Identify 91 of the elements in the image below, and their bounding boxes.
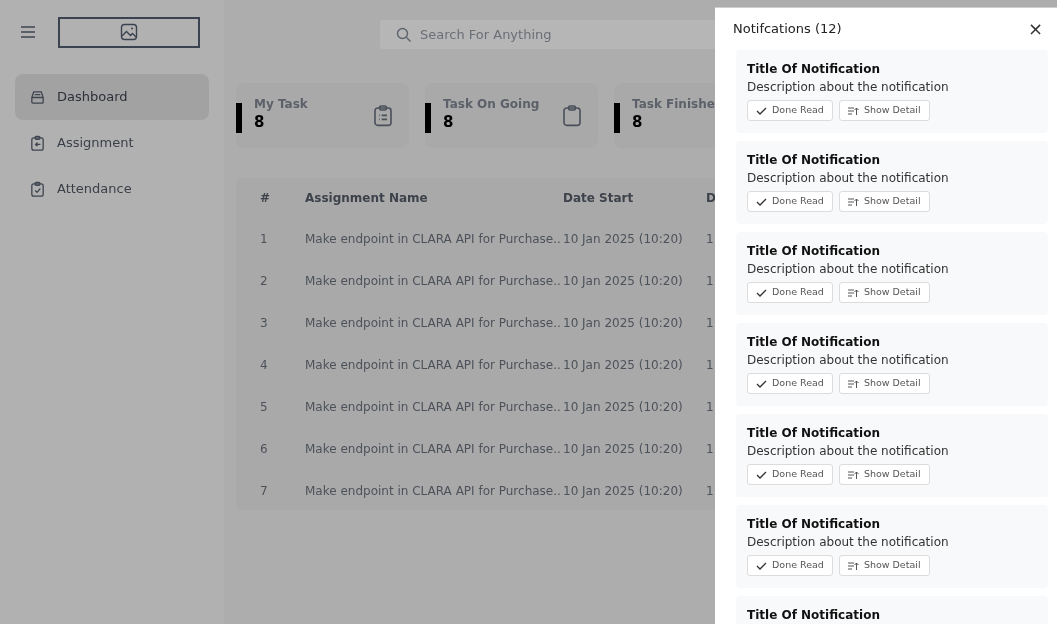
- notification-description: Description about the notification: [747, 170, 950, 187]
- clipboard-icon: [29, 134, 46, 152]
- done-read-button[interactable]: Done Read: [747, 282, 833, 303]
- stat-value: 8: [443, 113, 455, 132]
- table-cell-text: 3: [260, 315, 269, 332]
- table-cell-text: Make endpoint in CLARA API for Purchase..: [305, 483, 562, 500]
- sort-icon: [847, 469, 859, 480]
- stat-label: My Task: [254, 96, 309, 114]
- stat-label: Task On Going: [443, 96, 541, 114]
- search-icon: [396, 27, 412, 43]
- check-icon: [756, 287, 767, 298]
- done-read-button[interactable]: Done Read: [747, 555, 833, 576]
- column-header: Date Start: [563, 190, 635, 207]
- show-detail-button[interactable]: Show Detail: [838, 282, 930, 303]
- stat-value: 8: [254, 113, 266, 132]
- table-cell-text: 1: [706, 441, 715, 458]
- done-read-button[interactable]: Done Read: [747, 373, 833, 394]
- show-detail-button[interactable]: Show Detail: [838, 191, 930, 212]
- table-cell-text: 10 Jan 2025 (10:20): [563, 273, 684, 290]
- clipboard-check-icon: [29, 180, 46, 198]
- show-detail-button[interactable]: Show Detail: [838, 464, 930, 485]
- stat-bar: [425, 102, 431, 133]
- stat-bar: [614, 102, 620, 133]
- table-cell-text: 10 Jan 2025 (10:20): [563, 357, 684, 374]
- check-icon: [756, 196, 767, 207]
- check-icon: [756, 560, 767, 571]
- table-cell-text: 1: [706, 357, 715, 374]
- menu-icon[interactable]: [20, 25, 36, 39]
- notification-title: Title Of Notification: [747, 152, 881, 169]
- show-detail-button[interactable]: Show Detail: [838, 555, 930, 576]
- stat-label: Task Finishe: [632, 96, 715, 114]
- table-cell-text: 7: [260, 483, 269, 500]
- sort-icon: [847, 105, 859, 116]
- table-cell-text: 1: [706, 231, 715, 248]
- sidebar-item[interactable]: Assignment: [15, 120, 209, 166]
- done-read-button[interactable]: Done Read: [747, 100, 833, 121]
- stat-bar: [236, 102, 242, 133]
- table-cell-text: 10 Jan 2025 (10:20): [563, 231, 684, 248]
- notification-title: Title Of Notification: [747, 334, 881, 351]
- table-cell-text: 1: [706, 273, 715, 290]
- done-read-button[interactable]: Done Read: [747, 191, 833, 212]
- table-cell-text: 10 Jan 2025 (10:20): [563, 399, 684, 416]
- notification-description: Description about the notification: [747, 79, 950, 96]
- table-cell-text: 10 Jan 2025 (10:20): [563, 483, 684, 500]
- notification-title: Title Of Notification: [747, 61, 881, 78]
- close-button[interactable]: ×: [1025, 20, 1045, 38]
- image-icon: [120, 23, 138, 41]
- table-cell-text: Make endpoint in CLARA API for Purchase..: [305, 441, 562, 458]
- table-cell-text: 10 Jan 2025 (10:20): [563, 441, 684, 458]
- notification-description: Description about the notification: [747, 261, 950, 278]
- table-cell-text: Make endpoint in CLARA API for Purchase..: [305, 399, 562, 416]
- sort-icon: [847, 196, 859, 207]
- table-cell-text: 4: [260, 357, 269, 374]
- check-icon: [756, 105, 767, 116]
- notification-title: Title Of Notification: [747, 243, 881, 260]
- notification-description: Description about the notification: [747, 352, 950, 369]
- notification-title: Title Of Notification: [747, 607, 881, 624]
- table-cell-text: 10 Jan 2025 (10:20): [563, 315, 684, 332]
- column-header: #: [260, 190, 272, 207]
- notification-title: Title Of Notification: [747, 425, 881, 442]
- notification-description: Description about the notification: [747, 534, 950, 551]
- check-icon: [756, 378, 767, 389]
- table-cell-text: 1: [706, 483, 715, 500]
- table-cell-text: Make endpoint in CLARA API for Purchase..: [305, 273, 562, 290]
- sidebar-item[interactable]: Dashboard: [15, 74, 209, 120]
- clipboard-list-icon: [371, 103, 395, 128]
- sort-icon: [847, 378, 859, 389]
- table-cell-text: Make endpoint in CLARA API for Purchase..: [305, 357, 562, 374]
- table-cell-text: Make endpoint in CLARA API for Purchase..: [305, 231, 562, 248]
- table-cell-text: 1: [706, 399, 715, 416]
- stat-value: 8: [632, 113, 644, 132]
- notification-title: Title Of Notification: [747, 516, 881, 533]
- sidebar-item[interactable]: Attendance: [15, 166, 209, 212]
- table-cell-text: Make endpoint in CLARA API for Purchase..: [305, 315, 562, 332]
- table-cell-text: 6: [260, 441, 269, 458]
- done-read-button[interactable]: Done Read: [747, 464, 833, 485]
- table-cell-text: 1: [260, 231, 269, 248]
- column-header: Assignment Name: [305, 190, 429, 207]
- table-cell-text: 5: [260, 399, 269, 416]
- check-icon: [756, 469, 767, 480]
- show-detail-button[interactable]: Show Detail: [838, 100, 930, 121]
- column-header: D: [706, 190, 717, 207]
- drawer-title: Notifcations (12): [733, 20, 842, 39]
- sort-icon: [847, 560, 859, 571]
- notification-description: Description about the notification: [747, 443, 950, 460]
- clipboard-icon: [560, 103, 584, 128]
- table-cell-text: 1: [706, 315, 715, 332]
- tray-icon: [29, 88, 46, 106]
- table-cell-text: 2: [260, 273, 269, 290]
- sort-icon: [847, 287, 859, 298]
- show-detail-button[interactable]: Show Detail: [838, 373, 930, 394]
